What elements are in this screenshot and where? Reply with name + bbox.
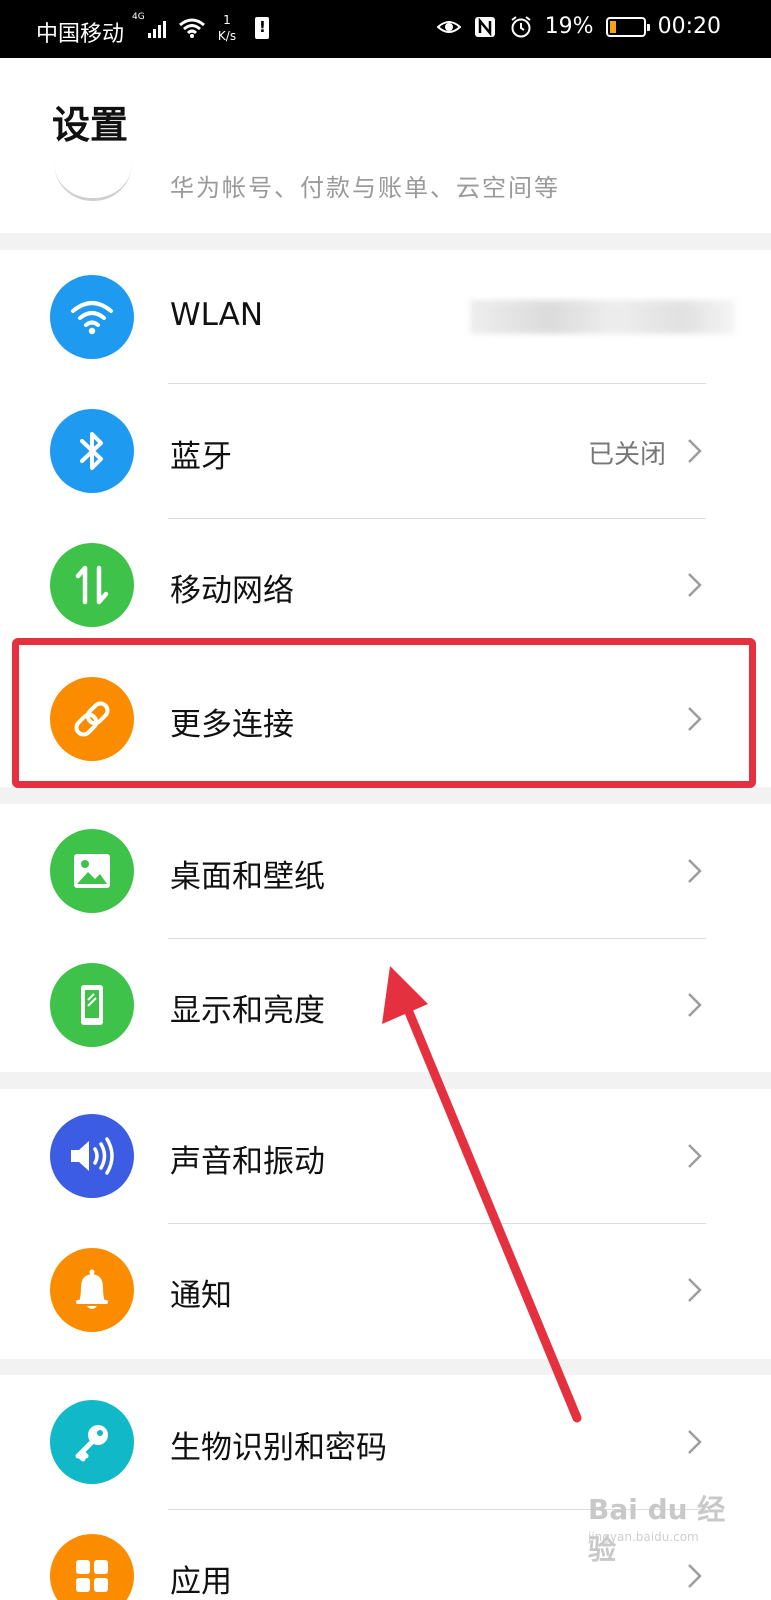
- bluetooth-status: 已关闭: [587, 440, 666, 470]
- settings-item-notifications[interactable]: 通知: [0, 1223, 771, 1357]
- wifi-status-icon: [179, 18, 205, 38]
- chevron-right-icon: [688, 1564, 702, 1588]
- settings-item-label: 应用: [170, 1564, 232, 1600]
- group-sound: 声音和振动 通知: [0, 1089, 771, 1359]
- watermark: Bai du 经验 jingyan.baidu.com: [588, 1493, 726, 1566]
- bell-icon: [50, 1248, 134, 1332]
- key-icon: [50, 1400, 134, 1484]
- alert-icon: [255, 17, 269, 39]
- settings-item-label: WLAN: [170, 297, 264, 333]
- chevron-right-icon: [688, 1144, 702, 1168]
- settings-item-label: 蓝牙: [170, 439, 232, 475]
- nfc-icon: [474, 16, 495, 37]
- battery-icon: [605, 16, 650, 37]
- settings-item-bluetooth[interactable]: 蓝牙 已关闭: [0, 384, 771, 518]
- settings-item-label: 移动网络: [170, 573, 294, 609]
- settings-item-wlan[interactable]: WLAN: [0, 250, 771, 384]
- group-display: 桌面和壁纸 显示和亮度: [0, 804, 771, 1072]
- bluetooth-icon: [50, 409, 134, 493]
- settings-item-label: 显示和亮度: [170, 993, 325, 1029]
- wifi-icon: [50, 275, 134, 359]
- settings-item-sound-vibration[interactable]: 声音和振动: [0, 1089, 771, 1223]
- clock: 00:20: [657, 14, 721, 39]
- chevron-right-icon: [688, 859, 702, 883]
- network-speed: 1 K/s: [217, 13, 237, 43]
- settings-item-label: 桌面和壁纸: [170, 859, 325, 895]
- mobile-data-icon: [50, 543, 134, 627]
- phone-display-icon: [50, 963, 134, 1047]
- chevron-right-icon: [688, 1278, 702, 1302]
- chevron-right-icon: [688, 439, 702, 463]
- settings-item-mobile-network[interactable]: 移动网络: [0, 518, 771, 652]
- account-subtitle[interactable]: 华为帐号、付款与账单、云空间等: [170, 168, 560, 203]
- carrier-name: 中国移动: [36, 22, 125, 47]
- annotation-arrow: [382, 966, 582, 1423]
- settings-item-home-wallpaper[interactable]: 桌面和壁纸: [0, 804, 771, 938]
- settings-item-label: 生物识别和密码: [170, 1430, 387, 1466]
- chevron-right-icon: [688, 993, 702, 1017]
- settings-item-display-brightness[interactable]: 显示和亮度: [0, 938, 771, 1072]
- signal-icon: [148, 20, 170, 38]
- page-title: 设置: [52, 103, 129, 147]
- chevron-right-icon: [688, 1430, 702, 1454]
- alarm-icon: [511, 15, 531, 37]
- avatar[interactable]: [54, 163, 132, 201]
- status-bar: 中国移动 4G 1 K/s 19% 00:20: [0, 0, 771, 58]
- apps-icon: [50, 1534, 134, 1600]
- settings-item-label: 声音和振动: [170, 1144, 325, 1180]
- network-type: 4G: [132, 12, 145, 22]
- settings-item-label: 通知: [170, 1278, 232, 1314]
- battery-percent: 19%: [544, 14, 594, 39]
- status-right: 19% 00:20: [436, 14, 721, 39]
- eye-comfort-icon: [436, 20, 461, 33]
- chevron-right-icon: [688, 573, 702, 597]
- wlan-network-name-redacted: [470, 300, 735, 334]
- highlight-box: [12, 638, 756, 788]
- settings-header: 设置 华为帐号、付款与账单、云空间等: [0, 58, 771, 233]
- image-icon: [50, 829, 134, 913]
- speaker-icon: [50, 1114, 134, 1198]
